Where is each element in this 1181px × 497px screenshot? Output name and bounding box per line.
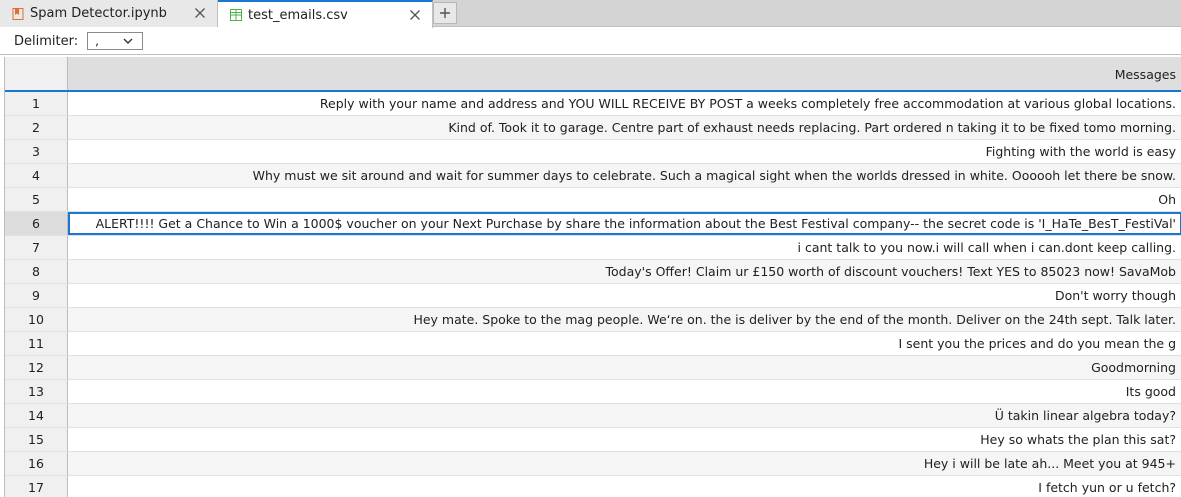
row-number[interactable]: 3 xyxy=(5,140,68,163)
row-number[interactable]: 12 xyxy=(5,356,68,379)
grid-header: Messages xyxy=(5,57,1181,92)
tab-label: Spam Detector.ipynb xyxy=(30,6,167,21)
table-row[interactable]: 17 I fetch yun or u fetch? xyxy=(5,476,1181,497)
row-number[interactable]: 2 xyxy=(5,116,68,139)
message-cell[interactable]: Hey mate. Spoke to the mag people. We‘re… xyxy=(68,308,1181,331)
message-cell[interactable]: Oh xyxy=(68,188,1181,211)
row-number[interactable]: 16 xyxy=(5,452,68,475)
notebook-icon xyxy=(12,7,24,20)
row-number[interactable]: 8 xyxy=(5,260,68,283)
tab-test-emails-csv[interactable]: test_emails.csv xyxy=(218,0,433,28)
table-row[interactable]: 7i cant talk to you now.i will call when… xyxy=(5,236,1181,260)
csv-grid[interactable]: Messages 1 Reply with your name and addre… xyxy=(4,57,1181,497)
table-row[interactable]: 12 Goodmorning xyxy=(5,356,1181,380)
message-cell[interactable]: Don't worry though xyxy=(68,284,1181,307)
row-number[interactable]: 11 xyxy=(5,332,68,355)
row-number[interactable]: 17 xyxy=(5,476,68,497)
message-cell[interactable]: ALERT!!!! Get a Chance to Win a 1000$ vo… xyxy=(68,212,1181,235)
table-row[interactable]: 6 ALERT!!!! Get a Chance to Win a 1000$ v… xyxy=(5,212,1181,236)
row-number[interactable]: 14 xyxy=(5,404,68,427)
table-row[interactable]: 16 Hey i will be late ah... Meet you at 9… xyxy=(5,452,1181,476)
column-header-messages[interactable]: Messages xyxy=(68,57,1181,90)
table-row[interactable]: 14 Ü takin linear algebra today? xyxy=(5,404,1181,428)
message-cell[interactable]: Hey i will be late ah... Meet you at 945… xyxy=(68,452,1181,475)
table-row[interactable]: 1 Reply with your name and address and YO… xyxy=(5,92,1181,116)
message-cell[interactable]: Ü takin linear algebra today? xyxy=(68,404,1181,427)
grid-corner[interactable] xyxy=(5,57,68,90)
delimiter-label: Delimiter: xyxy=(14,33,79,49)
csv-toolbar: Delimiter: , xyxy=(0,28,1181,55)
table-row[interactable]: 4 Why must we sit around and wait for sum… xyxy=(5,164,1181,188)
message-cell[interactable]: Reply with your name and address and YOU… xyxy=(68,92,1181,115)
row-number[interactable]: 10 xyxy=(5,308,68,331)
row-number[interactable]: 9 xyxy=(5,284,68,307)
delimiter-select[interactable]: , xyxy=(87,32,144,50)
message-cell[interactable]: Hey so whats the plan this sat? xyxy=(68,428,1181,451)
table-row[interactable]: 3 Fighting with the world is easy xyxy=(5,140,1181,164)
message-cell[interactable]: Why must we sit around and wait for summ… xyxy=(68,164,1181,187)
table-row[interactable]: 8 Today's Offer! Claim ur £150 worth of d… xyxy=(5,260,1181,284)
close-icon[interactable] xyxy=(193,6,207,20)
message-cell[interactable]: i cant talk to you now.i will call when … xyxy=(68,236,1181,259)
chevron-down-icon xyxy=(123,38,133,44)
table-row[interactable]: 13 Its good xyxy=(5,380,1181,404)
plus-icon xyxy=(440,8,450,18)
delimiter-value: , xyxy=(95,34,99,48)
table-row[interactable]: 11 I sent you the prices and do you mean … xyxy=(5,332,1181,356)
message-cell[interactable]: Its good xyxy=(68,380,1181,403)
grid-rows: 1 Reply with your name and address and YO… xyxy=(5,92,1181,497)
row-number[interactable]: 6 xyxy=(5,212,68,235)
message-cell[interactable]: I fetch yun or u fetch? xyxy=(68,476,1181,497)
row-number[interactable]: 1 xyxy=(5,92,68,115)
row-number[interactable]: 15 xyxy=(5,428,68,451)
table-icon xyxy=(230,9,242,21)
row-number[interactable]: 4 xyxy=(5,164,68,187)
add-tab-button[interactable] xyxy=(433,2,457,24)
tab-bar: Spam Detector.ipynb test_emails.csv xyxy=(0,0,1181,28)
tab-spam-detector-notebook[interactable]: Spam Detector.ipynb xyxy=(0,0,218,27)
row-number[interactable]: 13 xyxy=(5,380,68,403)
table-row[interactable]: 9 Don't worry though xyxy=(5,284,1181,308)
message-cell[interactable]: I sent you the prices and do you mean th… xyxy=(68,332,1181,355)
row-number[interactable]: 5 xyxy=(5,188,68,211)
close-icon[interactable] xyxy=(408,8,422,22)
message-cell[interactable]: Kind of. Took it to garage. Centre part … xyxy=(68,116,1181,139)
table-row[interactable]: 5 Oh xyxy=(5,188,1181,212)
table-row[interactable]: 2 Kind of. Took it to garage. Centre part… xyxy=(5,116,1181,140)
row-number[interactable]: 7 xyxy=(5,236,68,259)
table-row[interactable]: 10 Hey mate. Spoke to the mag people. We‘… xyxy=(5,308,1181,332)
message-cell[interactable]: Goodmorning xyxy=(68,356,1181,379)
message-cell[interactable]: Today's Offer! Claim ur £150 worth of di… xyxy=(68,260,1181,283)
tab-label: test_emails.csv xyxy=(248,7,348,23)
table-row[interactable]: 15 Hey so whats the plan this sat? xyxy=(5,428,1181,452)
message-cell[interactable]: Fighting with the world is easy xyxy=(68,140,1181,163)
